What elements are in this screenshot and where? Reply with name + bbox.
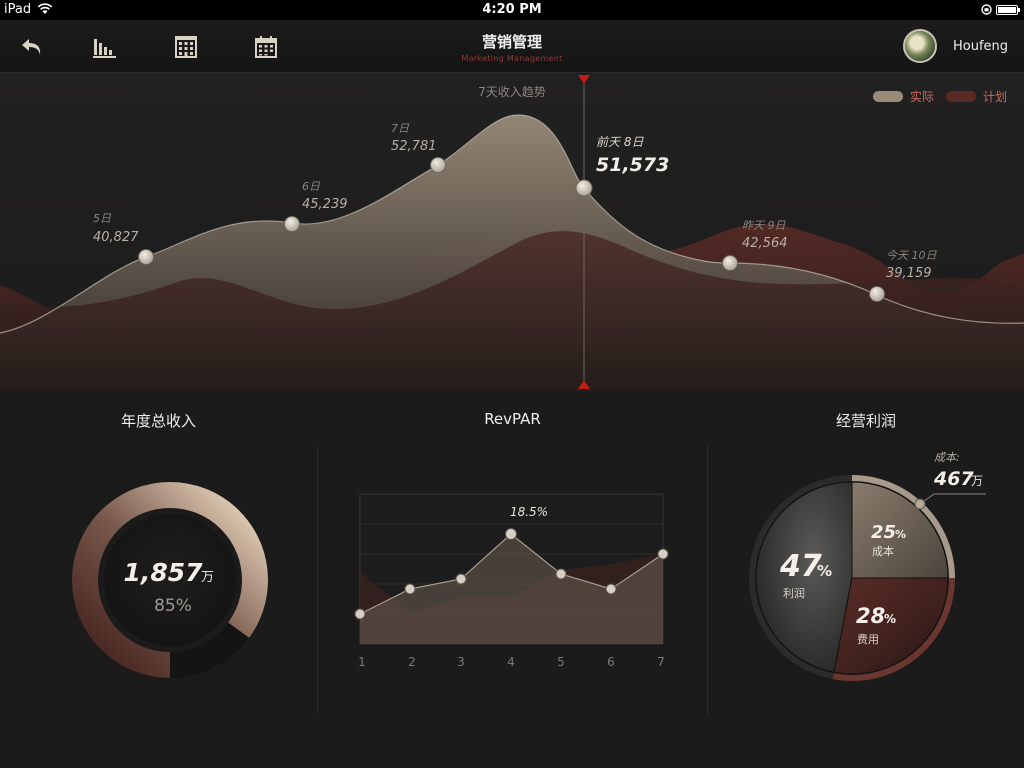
point-value: 52,781 xyxy=(391,139,437,154)
revpar-highlight-label: 18.5% xyxy=(510,505,548,519)
status-bar: iPad 4:20 PM xyxy=(0,0,1024,20)
revpar-x-label: 6 xyxy=(607,655,615,669)
legend-swatch-actual xyxy=(873,91,903,102)
revpar-x-label: 2 xyxy=(408,655,416,669)
point-date: 今天 10日 xyxy=(886,249,937,262)
trend-title: 7天收入趋势 xyxy=(478,85,546,99)
revpar-panel: RevPAR 18.5% 1 2 3 4 5 6 7 xyxy=(318,392,707,768)
pie-slice-expense[interactable] xyxy=(833,577,949,675)
avatar[interactable] xyxy=(903,29,937,63)
revpar-x-label: 1 xyxy=(358,655,366,669)
point-value: 45,239 xyxy=(302,197,348,212)
point-date-selected: 前天 8日 xyxy=(596,135,644,149)
point-date: 6日 xyxy=(302,180,321,193)
profit-percent-sign: % xyxy=(817,562,832,580)
revpar-point[interactable] xyxy=(404,583,416,595)
data-point[interactable] xyxy=(138,249,154,265)
revpar-point[interactable] xyxy=(354,608,366,620)
legend-plan-label: 计划 xyxy=(983,90,1007,104)
username[interactable]: Houfeng xyxy=(953,39,1008,54)
annual-revenue-unit: 万 xyxy=(201,570,214,585)
data-point[interactable] xyxy=(284,216,300,232)
revpar-point[interactable] xyxy=(455,573,467,585)
rotation-lock-icon xyxy=(981,4,992,15)
selection-marker-top[interactable] xyxy=(578,75,590,84)
annual-revenue-panel: 年度总收入 1,857 万 85% xyxy=(0,392,317,768)
point-value-selected: 51,573 xyxy=(596,154,669,176)
operating-profit-panel: 经营利润 47 % 利润 25 % 成本 28 % 费用 成本: 467 万 xyxy=(708,392,1024,768)
expense-label: 费用 xyxy=(857,633,879,646)
clock: 4:20 PM xyxy=(482,2,542,17)
page-subtitle: Marketing Management xyxy=(461,54,563,63)
cost-callout-label: 成本: xyxy=(934,451,960,464)
cost-percent-sign: % xyxy=(895,528,906,541)
data-point[interactable] xyxy=(722,255,738,271)
battery-icon xyxy=(996,5,1020,15)
revpar-point-highlight[interactable] xyxy=(505,528,517,540)
annual-revenue-gauge[interactable]: 1,857 万 85% xyxy=(0,392,317,768)
revenue-trend-chart[interactable]: 7天收入趋势 实际 计划 5日 40,827 6日 45,239 7日 52,7… xyxy=(0,73,1024,391)
revpar-x-label: 3 xyxy=(457,655,465,669)
trend-chart-svg: 7天收入趋势 实际 计划 5日 40,827 6日 45,239 7日 52,7… xyxy=(0,75,1024,391)
operating-profit-pie[interactable]: 47 % 利润 25 % 成本 28 % 费用 成本: 467 万 xyxy=(708,392,1024,768)
cost-label: 成本 xyxy=(872,544,894,558)
revpar-chart[interactable]: 18.5% 1 2 3 4 5 6 7 xyxy=(318,392,707,768)
data-point[interactable] xyxy=(430,157,446,173)
profit-value: 47 xyxy=(779,549,822,584)
revpar-x-label: 7 xyxy=(657,655,665,669)
cost-callout-value: 467 xyxy=(933,468,974,490)
revpar-x-label: 4 xyxy=(507,655,515,669)
annual-revenue-value: 1,857 xyxy=(123,558,203,587)
expense-percent-sign: % xyxy=(884,612,896,626)
revpar-x-label: 5 xyxy=(557,655,565,669)
point-date: 7日 xyxy=(391,122,410,135)
point-value: 40,827 xyxy=(93,230,139,245)
cost-value: 25 xyxy=(871,522,896,543)
profit-label: 利润 xyxy=(783,586,805,600)
point-date: 昨天 9日 xyxy=(742,219,786,232)
revpar-point[interactable] xyxy=(555,568,567,580)
data-point-selected[interactable] xyxy=(575,179,593,197)
callout-dot[interactable] xyxy=(914,498,926,510)
expense-value: 28 xyxy=(856,604,885,628)
legend-swatch-plan xyxy=(946,91,976,102)
revpar-point[interactable] xyxy=(605,583,617,595)
nav-bar: 营销管理 Marketing Management Houfeng xyxy=(0,20,1024,73)
point-date: 5日 xyxy=(93,212,112,225)
revpar-point[interactable] xyxy=(657,548,669,560)
page-title: 营销管理 xyxy=(481,33,542,51)
point-value: 42,564 xyxy=(742,236,788,251)
point-value: 39,159 xyxy=(886,266,932,281)
legend-actual-label: 实际 xyxy=(910,89,934,104)
data-point[interactable] xyxy=(869,286,885,302)
annual-revenue-percent: 85% xyxy=(154,596,192,616)
cost-callout-unit: 万 xyxy=(971,474,983,488)
